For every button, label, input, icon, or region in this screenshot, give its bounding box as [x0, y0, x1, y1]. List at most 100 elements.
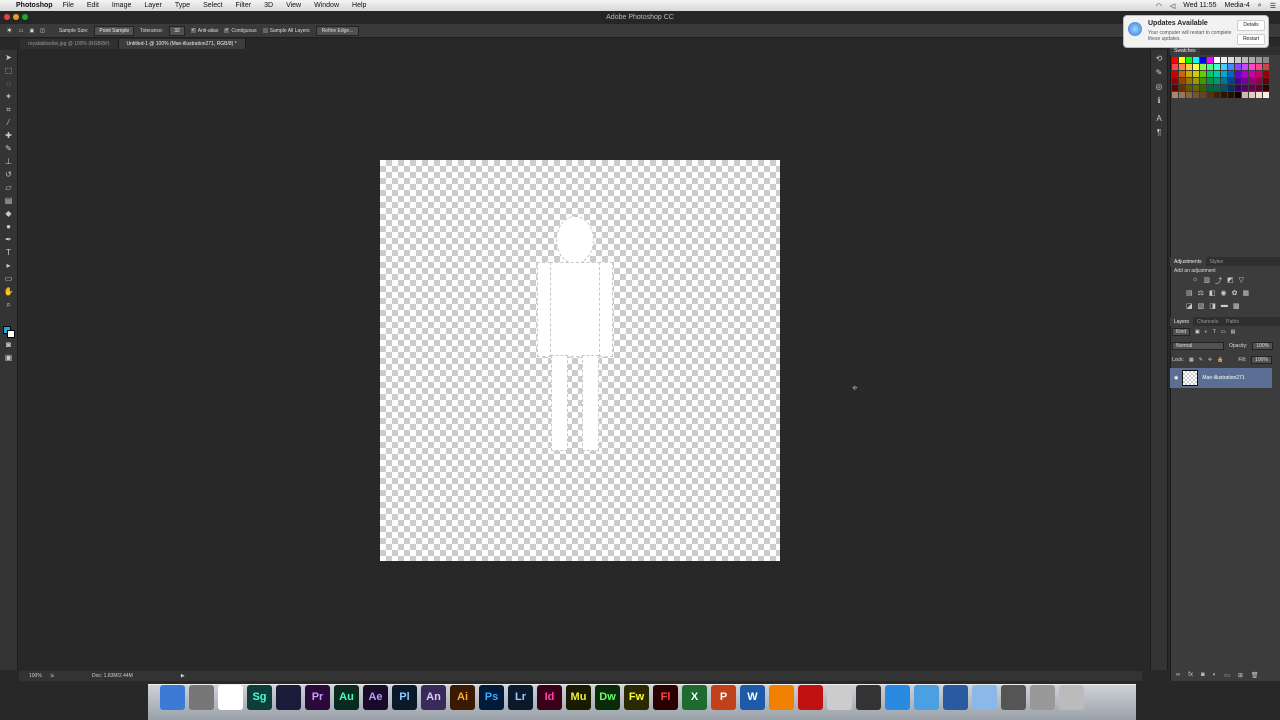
color-swatch[interactable] — [1179, 92, 1185, 98]
color-swatch[interactable] — [1186, 85, 1192, 91]
tolerance-input[interactable]: 32 — [169, 25, 185, 36]
delete-layer-icon[interactable]: 🗑 — [1251, 672, 1259, 679]
photo-filter-icon[interactable]: ◉ — [1221, 289, 1227, 297]
folder-icon[interactable] — [972, 685, 997, 710]
new-selection-icon[interactable]: ▭ — [19, 28, 24, 34]
menu-edit[interactable]: Edit — [87, 2, 99, 9]
quicktime-icon[interactable] — [943, 685, 968, 710]
dodge-tool-icon[interactable]: ● — [3, 222, 15, 232]
restart-button[interactable]: Restart — [1237, 34, 1265, 45]
curves-icon[interactable]: ⤴ — [1215, 276, 1222, 286]
color-swatch[interactable] — [1207, 71, 1213, 77]
color-swatch[interactable] — [1200, 78, 1206, 84]
new-group-icon[interactable]: ▭ — [1224, 672, 1230, 679]
color-swatch[interactable] — [1249, 71, 1255, 77]
magic-wand-icon[interactable]: ✶ — [3, 92, 15, 102]
visibility-eye-icon[interactable]: ◉ — [1174, 375, 1178, 381]
color-swatch[interactable] — [1179, 71, 1185, 77]
black-white-icon[interactable]: ◧ — [1209, 289, 1216, 297]
lock-transparent-icon[interactable]: ▦ — [1189, 357, 1194, 363]
color-swatch[interactable] — [1193, 64, 1199, 70]
menu-select[interactable]: Select — [203, 2, 222, 9]
tab-adjustments[interactable]: Adjustments — [1170, 257, 1206, 266]
user-name[interactable]: Media-4 — [1225, 2, 1250, 9]
menu-filter[interactable]: Filter — [236, 2, 252, 9]
flash-icon[interactable]: Fl — [653, 685, 678, 710]
color-swatch[interactable] — [1256, 92, 1262, 98]
color-swatch[interactable] — [1207, 64, 1213, 70]
color-swatch[interactable] — [1179, 64, 1185, 70]
minimize-window-icon[interactable] — [13, 14, 19, 20]
clone-stamp-icon[interactable]: ⊥ — [3, 157, 15, 167]
color-swatch[interactable] — [1200, 85, 1206, 91]
color-swatch[interactable] — [1172, 57, 1178, 63]
color-swatch[interactable] — [1242, 57, 1248, 63]
details-button[interactable]: Details — [1237, 20, 1265, 31]
color-swatch[interactable] — [1235, 71, 1241, 77]
audition-icon[interactable]: Au — [334, 685, 359, 710]
powerpoint-icon[interactable]: P — [711, 685, 736, 710]
color-swatch[interactable] — [1193, 92, 1199, 98]
swatches-grid[interactable] — [1170, 55, 1269, 103]
brush-panel-icon[interactable]: ✎ — [1154, 68, 1164, 78]
kind-filter-select[interactable]: Kind — [1172, 328, 1191, 336]
menu-help[interactable]: Help — [352, 2, 366, 9]
document-canvas[interactable] — [380, 160, 780, 561]
tab-royalabliss[interactable]: royalabliss6ei.jpg @ 100% (RGB/8#) — [20, 39, 119, 49]
color-swatch[interactable] — [1214, 57, 1220, 63]
photoshop-icon[interactable]: Ps — [479, 685, 504, 710]
posterize-icon[interactable]: ▧ — [1198, 302, 1205, 310]
lock-position-icon[interactable]: ✛ — [1208, 357, 1212, 363]
color-swatch[interactable] — [1193, 57, 1199, 63]
color-swatch[interactable] — [1179, 78, 1185, 84]
history-icon[interactable]: ⟲ — [1154, 54, 1164, 64]
color-swatch[interactable] — [1214, 78, 1220, 84]
color-swatch[interactable] — [1228, 92, 1234, 98]
status-arrow-icon[interactable]: ▶ — [181, 673, 185, 679]
search-icon[interactable]: ⌕ — [1258, 2, 1262, 10]
color-swatch[interactable] — [1200, 92, 1206, 98]
sample-all-layers-checkbox[interactable]: Sample All Layers — [262, 28, 310, 34]
color-swatch[interactable] — [1256, 78, 1262, 84]
color-swatch[interactable] — [1214, 92, 1220, 98]
lightroom-icon[interactable]: Lr — [508, 685, 533, 710]
dreamweaver-icon[interactable]: Dw — [595, 685, 620, 710]
color-swatch[interactable] — [1228, 71, 1234, 77]
menu-file[interactable]: File — [63, 2, 74, 9]
menu-layer[interactable]: Layer — [144, 2, 162, 9]
lock-pixels-icon[interactable]: ✎ — [1199, 357, 1203, 363]
magic-wand-tool-icon[interactable]: ✶ — [6, 26, 13, 35]
color-swatch[interactable] — [1207, 57, 1213, 63]
color-swatch[interactable] — [1228, 78, 1234, 84]
tab-layers[interactable]: Layers — [1170, 317, 1194, 326]
speedgrade-icon[interactable]: Sg — [247, 685, 272, 710]
blur-tool-icon[interactable]: ◆ — [3, 209, 15, 219]
blend-mode-select[interactable]: Normal — [1172, 342, 1224, 350]
color-swatch[interactable] — [1235, 85, 1241, 91]
color-swatch[interactable] — [1172, 64, 1178, 70]
doc-size[interactable]: Doc: 1.83M/2.44M — [92, 673, 133, 679]
hue-saturation-icon[interactable]: ▤ — [1186, 289, 1193, 297]
color-swatch[interactable] — [1214, 64, 1220, 70]
layer-name[interactable]: Man-illustration271 — [1202, 375, 1244, 381]
color-swatch[interactable] — [1193, 71, 1199, 77]
color-swatch[interactable] — [1263, 57, 1269, 63]
color-swatch[interactable] — [1200, 71, 1206, 77]
gradient-tool-icon[interactable]: ▤ — [3, 196, 15, 206]
paragraph-icon[interactable]: ¶ — [1154, 128, 1164, 138]
menu-3d[interactable]: 3D — [264, 2, 273, 9]
photo-booth-icon[interactable] — [798, 685, 823, 710]
color-swatch[interactable] — [1242, 71, 1248, 77]
levels-icon[interactable]: ▥ — [1203, 276, 1210, 286]
new-adjustment-icon[interactable]: ◐ — [1213, 672, 1217, 679]
invert-icon[interactable]: ◪ — [1186, 302, 1193, 310]
itunes-icon[interactable] — [885, 685, 910, 710]
launchpad-icon[interactable] — [189, 685, 214, 710]
path-selection-icon[interactable]: ▸ — [3, 261, 15, 271]
color-swatch[interactable] — [1256, 64, 1262, 70]
tab-styles[interactable]: Styles — [1206, 257, 1228, 266]
app-menu[interactable]: Photoshop — [16, 2, 53, 9]
subtract-selection-icon[interactable]: ◫ — [40, 28, 45, 34]
hand-tool-icon[interactable]: ✋ — [3, 287, 15, 297]
opacity-input[interactable]: 100% — [1252, 342, 1274, 350]
